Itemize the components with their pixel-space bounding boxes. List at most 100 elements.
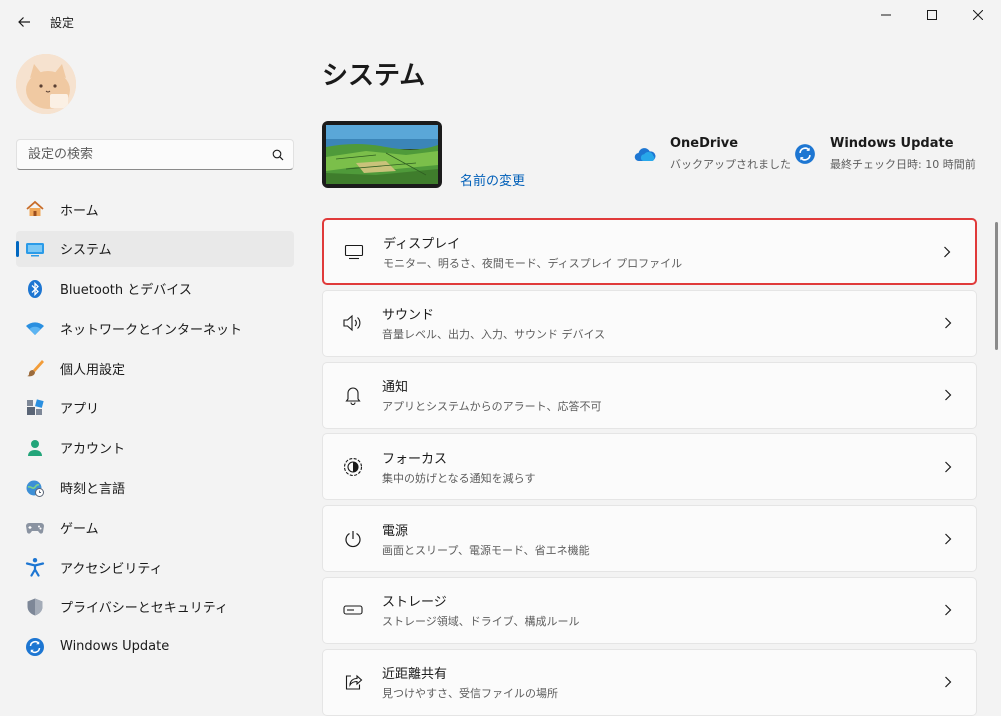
wifi-icon [24,317,46,339]
sidebar-item-label: ネットワークとインターネット [60,322,243,338]
card-title: ストレージ [382,595,447,611]
close-button[interactable] [955,0,1001,30]
chevron-right-icon [938,389,958,401]
sidebar-item-windows-update[interactable]: Windows Update [16,629,294,665]
chevron-right-icon [938,676,958,688]
sidebar-item-personalization[interactable]: 個人用設定 [16,350,294,386]
card-subtitle: モニター、明るさ、夜間モード、ディスプレイ プロファイル [383,256,683,270]
globe-clock-icon [24,477,46,499]
card-sound[interactable]: サウンド 音量レベル、出力、入力、サウンド デバイス [322,289,977,357]
card-subtitle: ストレージ領域、ドライブ、構成ルール [382,615,580,629]
page-title: システム [322,61,426,91]
sidebar-item-accounts[interactable]: アカウント [16,430,294,466]
card-display[interactable]: ディスプレイ モニター、明るさ、夜間モード、ディスプレイ プロファイル [322,218,977,285]
speaker-icon [341,311,365,335]
sidebar-item-system[interactable]: システム [16,230,294,267]
sidebar-item-bluetooth[interactable]: Bluetooth とデバイス [16,271,294,307]
card-power[interactable]: 電源 画面とスリープ、電源モード、省エネ機能 [322,505,977,573]
windows-update-icon [793,142,817,166]
sidebar-item-network[interactable]: ネットワークとインターネット [16,310,294,346]
bell-icon [341,383,365,407]
storage-icon [341,598,365,622]
sidebar-item-gaming[interactable]: ゲーム [16,509,294,545]
chevron-right-icon [938,317,958,329]
gamepad-icon [24,516,46,538]
display-icon [342,240,366,264]
sidebar-item-label: 個人用設定 [60,362,126,378]
account-icon [24,437,46,459]
sidebar-item-privacy[interactable]: プライバシーとセキュリティ [16,589,294,625]
home-icon [24,198,46,220]
cat-avatar-icon [16,54,76,114]
minimize-icon [881,14,891,16]
shield-icon [24,596,46,618]
onedrive-status[interactable]: OneDrive バックアップされました [633,136,791,172]
card-subtitle: 音量レベル、出力、入力、サウンド デバイス [382,328,606,342]
brush-icon [24,357,46,379]
card-subtitle: 集中の妨げとなる通知を減らす [382,471,536,485]
onedrive-title: OneDrive [670,136,739,151]
search-icon[interactable] [263,149,293,161]
sidebar-item-label: 時刻と言語 [60,482,126,498]
power-icon [341,527,365,551]
sidebar-item-label: システム [60,243,112,259]
search-input[interactable] [17,147,263,162]
chevron-right-icon [938,461,958,473]
system-icon [24,238,46,260]
maximize-button[interactable] [909,0,955,30]
sidebar-item-time-language[interactable]: 時刻と言語 [16,470,294,506]
device-preview-image [322,121,442,188]
card-storage[interactable]: ストレージ ストレージ領域、ドライブ、構成ルール [322,576,977,644]
rename-link[interactable]: 名前の変更 [460,170,525,189]
maximize-icon [927,10,937,20]
sidebar-item-home[interactable]: ホーム [16,191,294,227]
card-nearby-sharing[interactable]: 近距離共有 見つけやすさ、受信ファイルの場所 [322,648,977,716]
sidebar-nav: ホーム システム Bluetooth とデバイス ネットワークとインターネット … [16,191,294,669]
card-title: フォーカス [382,451,448,467]
title-bar: 設定 [0,0,1001,44]
windows-update-subtitle: 最終チェック日時: 10 時間前 [830,158,976,171]
sidebar-item-label: ゲーム [60,521,99,537]
card-title: 通知 [382,380,409,396]
update-icon [24,636,46,658]
chevron-right-icon [937,246,957,258]
windows-update-title: Windows Update [830,136,954,151]
card-title: ディスプレイ [383,236,461,252]
card-subtitle: 画面とスリープ、電源モード、省エネ機能 [382,543,590,557]
sidebar-item-label: Windows Update [60,639,170,655]
app-title: 設定 [50,16,75,30]
sidebar-item-label: アプリ [60,402,100,418]
wallpaper-image [326,125,438,184]
scrollbar-thumb[interactable] [995,222,998,350]
sidebar-item-label: ホーム [60,203,99,219]
minimize-button[interactable] [863,0,909,30]
back-button[interactable] [10,8,38,36]
sidebar-item-apps[interactable]: アプリ [16,390,294,426]
settings-list: ディスプレイ モニター、明るさ、夜間モード、ディスプレイ プロファイル サウンド… [322,218,977,716]
card-title: 電源 [382,523,409,539]
avatar[interactable] [16,54,76,114]
sidebar-item-label: プライバシーとセキュリティ [60,601,228,617]
sidebar-item-label: アクセシビリティ [60,561,163,577]
search-box[interactable] [16,139,294,170]
selection-indicator [16,240,19,257]
card-subtitle: 見つけやすさ、受信ファイルの場所 [382,687,558,701]
back-arrow-icon [18,17,30,27]
accessibility-icon [24,556,46,578]
card-title: サウンド [382,308,435,324]
sidebar-item-accessibility[interactable]: アクセシビリティ [16,549,294,585]
onedrive-cloud-icon [633,142,657,166]
apps-icon [24,397,46,419]
sidebar-item-label: Bluetooth とデバイス [60,283,192,299]
windows-update-status[interactable]: Windows Update 最終チェック日時: 10 時間前 [793,136,976,172]
chevron-right-icon [938,533,958,545]
close-icon [973,10,983,20]
onedrive-subtitle: バックアップされました [670,158,791,171]
share-icon [341,670,365,694]
card-focus[interactable]: フォーカス 集中の妨げとなる通知を減らす [322,433,977,501]
bluetooth-icon [24,278,46,300]
card-subtitle: アプリとシステムからのアラート、応答不可 [382,400,602,414]
card-notifications[interactable]: 通知 アプリとシステムからのアラート、応答不可 [322,361,977,429]
chevron-right-icon [938,604,958,616]
sidebar-item-label: アカウント [60,442,126,458]
